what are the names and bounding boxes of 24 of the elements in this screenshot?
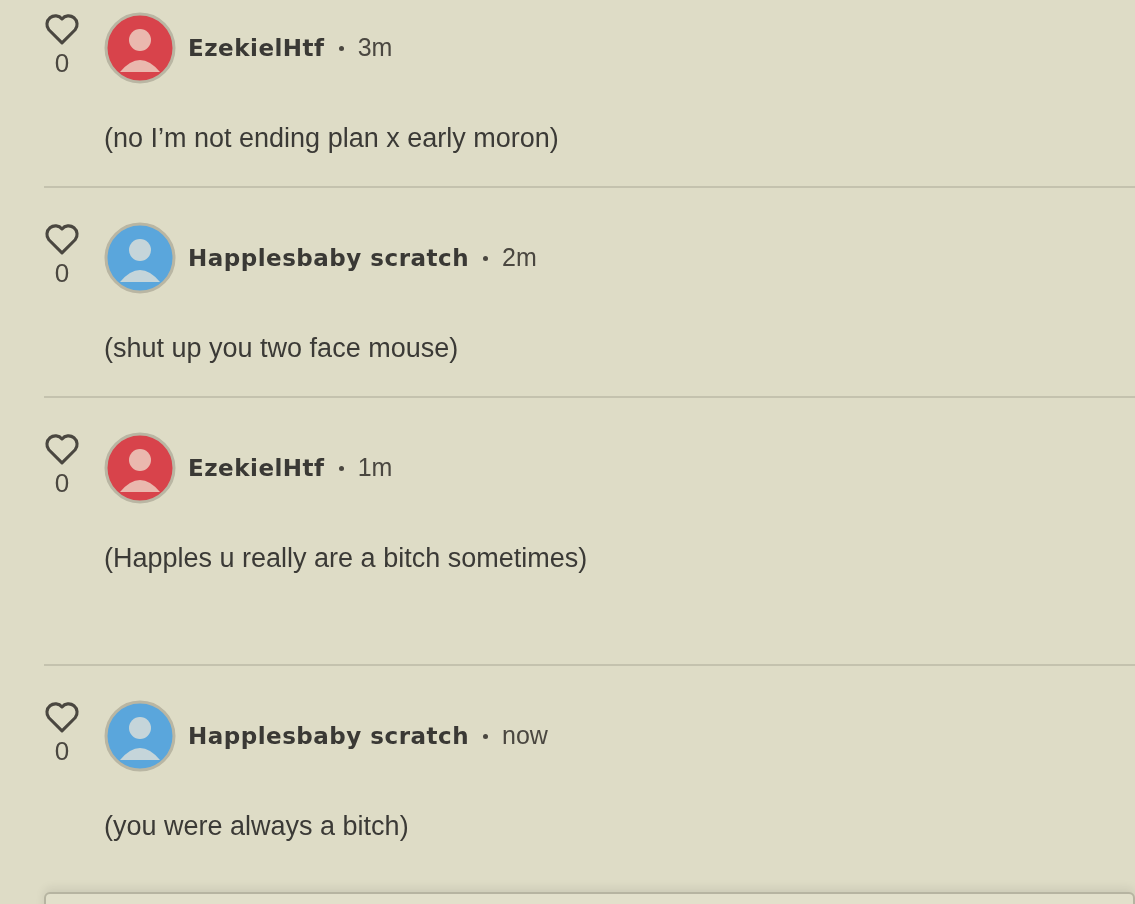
heart-icon[interactable] (43, 432, 81, 466)
heart-icon[interactable] (43, 222, 81, 256)
timestamp: 1m (357, 452, 393, 484)
comment-text: (shut up you two face mouse) (104, 332, 460, 365)
timestamp: 3m (357, 32, 393, 64)
avatar[interactable] (104, 222, 176, 294)
comment-text: (you were always a bitch) (104, 810, 410, 843)
author-name[interactable]: EzekielHtf (188, 450, 325, 486)
like-count: 0 (54, 736, 70, 766)
timestamp: now (502, 720, 548, 752)
like-count: 0 (54, 258, 70, 288)
like-count: 0 (54, 468, 70, 498)
comment-text: (no I’m not ending plan x early moron) (104, 122, 560, 155)
comment-text: (Happles u really are a bitch sometimes) (104, 542, 589, 575)
timestamp: 2m (502, 242, 537, 274)
heart-icon[interactable] (43, 700, 81, 734)
heart-icon[interactable] (43, 12, 81, 46)
avatar[interactable] (104, 432, 176, 504)
author-name[interactable]: Happlesbaby scratch (188, 240, 469, 276)
avatar[interactable] (104, 12, 176, 84)
like-count: 0 (54, 48, 70, 78)
avatar[interactable] (104, 700, 176, 772)
author-name[interactable]: EzekielHtf (188, 30, 325, 66)
author-name[interactable]: Happlesbaby scratch (188, 718, 469, 754)
